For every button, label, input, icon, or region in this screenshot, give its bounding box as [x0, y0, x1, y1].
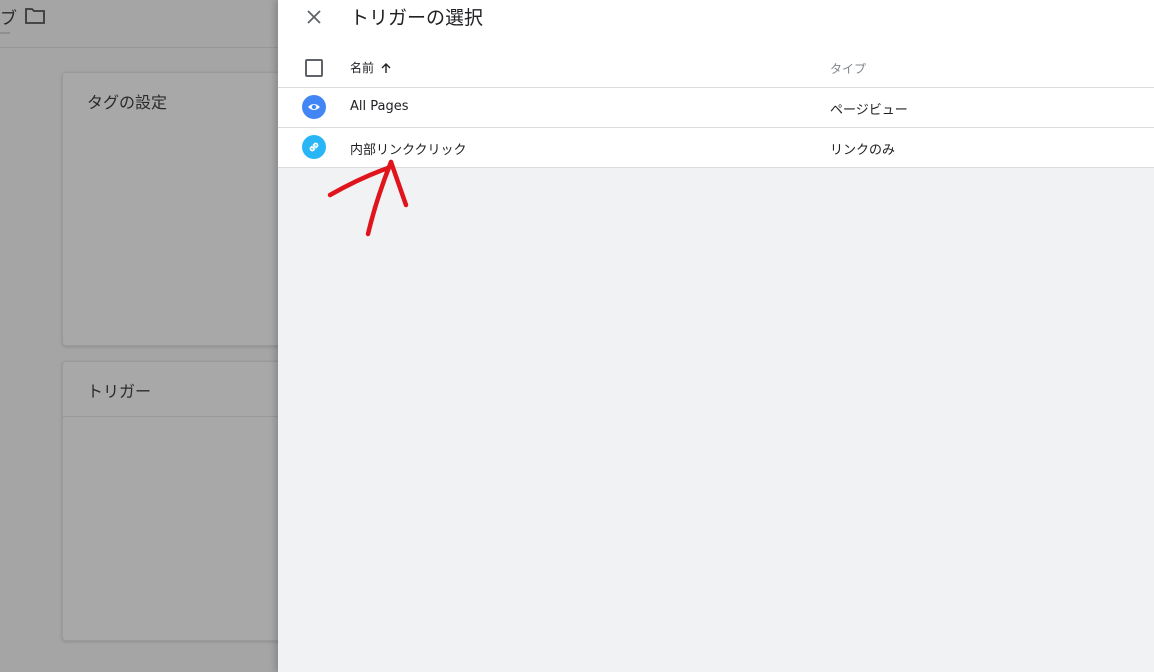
red-arrow-annotation	[327, 159, 409, 237]
trigger-card: トリガー	[62, 361, 294, 641]
column-header-name[interactable]: 名前	[350, 59, 392, 76]
arrow-up-icon[interactable]	[380, 62, 392, 74]
background-topbar: ブ	[0, 0, 278, 48]
column-header-name-label: 名前	[350, 61, 375, 75]
tag-config-card: タグの設定	[62, 72, 294, 346]
tag-config-card-title: タグの設定	[87, 93, 168, 112]
panel-list-area: トリガーの選択 名前 タイプ All Pages ページビュー 内部リンククリッ…	[278, 0, 1154, 168]
background-tab-label: ブ	[0, 9, 17, 29]
eye-icon	[302, 95, 326, 119]
trigger-type: ページビュー	[830, 103, 908, 118]
trigger-select-panel: トリガーの選択 名前 タイプ All Pages ページビュー 内部リンククリッ…	[278, 0, 1154, 672]
panel-title: トリガーの選択	[350, 7, 484, 29]
column-header-type[interactable]: タイプ	[830, 60, 866, 77]
background-editor: ブ タグの設定 トリガー	[0, 0, 294, 672]
trigger-card-divider	[63, 416, 293, 417]
table-row[interactable]: All Pages ページビュー	[278, 88, 1154, 128]
close-icon[interactable]	[302, 5, 326, 29]
select-all-checkbox[interactable]	[305, 59, 323, 77]
trigger-card-title: トリガー	[87, 382, 152, 401]
background-tab-underline	[0, 32, 10, 34]
trigger-type: リンクのみ	[830, 143, 896, 158]
trigger-name[interactable]: All Pages	[350, 99, 409, 114]
folder-icon	[25, 8, 45, 24]
table-header: 名前 タイプ	[278, 48, 1154, 88]
